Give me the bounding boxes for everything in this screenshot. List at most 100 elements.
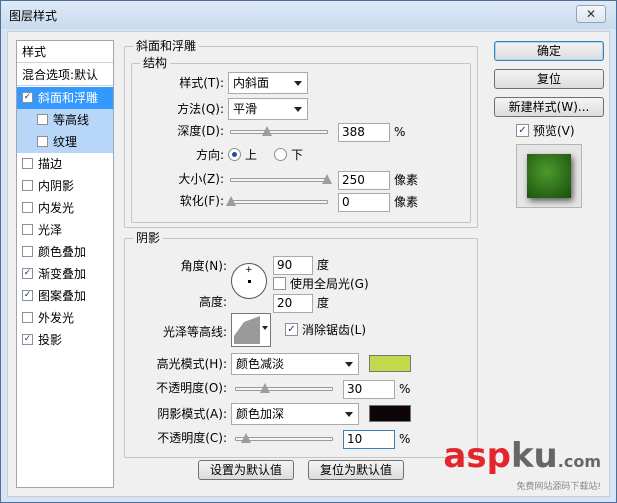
style-item[interactable]: ✓ 渐变叠加: [17, 263, 113, 285]
size-input[interactable]: 250: [338, 171, 390, 190]
style-item-checkbox[interactable]: ✓: [22, 92, 33, 103]
style-item[interactable]: 描边: [17, 153, 113, 175]
size-slider[interactable]: [230, 174, 332, 184]
style-item[interactable]: 光泽: [17, 219, 113, 241]
blend-options-item[interactable]: 混合选项:默认: [17, 64, 113, 86]
style-item[interactable]: 颜色叠加: [17, 241, 113, 263]
style-item-checkbox[interactable]: [37, 136, 48, 147]
direction-down-label: 下: [291, 148, 304, 162]
bevel-style-select[interactable]: 内斜面: [228, 72, 308, 94]
watermark-logo: aspku.com: [443, 436, 601, 476]
style-item[interactable]: 内阴影: [17, 175, 113, 197]
bevel-style-value: 内斜面: [233, 76, 270, 90]
direction-label: 方向:: [195, 148, 224, 162]
altitude-unit: 度: [317, 296, 330, 310]
style-item[interactable]: 等高线: [17, 109, 113, 131]
style-item-label: 投影: [38, 333, 63, 347]
ok-button[interactable]: 确定: [494, 41, 604, 61]
global-light-label: 使用全局光(G): [290, 277, 369, 291]
soften-slider-thumb[interactable]: [226, 196, 236, 206]
highlight-opacity-slider[interactable]: [235, 383, 333, 393]
style-item[interactable]: ✓ 斜面和浮雕: [17, 87, 113, 109]
technique-label: 方法(Q):: [177, 102, 224, 116]
style-item[interactable]: ✓ 图案叠加: [17, 285, 113, 307]
new-style-button[interactable]: 新建样式(W)...: [494, 97, 604, 117]
chevron-down-icon: [345, 412, 353, 417]
style-item-checkbox[interactable]: [22, 180, 33, 191]
shadow-opacity-input[interactable]: 10: [343, 430, 395, 449]
make-default-button[interactable]: 设置为默认值: [198, 460, 294, 480]
angle-dial[interactable]: +: [231, 263, 267, 299]
shadow-mode-select[interactable]: 颜色加深: [231, 403, 359, 425]
style-label: 样式(T):: [179, 76, 224, 90]
style-item-checkbox[interactable]: ✓: [22, 334, 33, 345]
style-item-label: 光泽: [38, 223, 63, 237]
shadow-opacity-slider[interactable]: [235, 433, 333, 443]
reset-button[interactable]: 复位: [494, 69, 604, 89]
depth-slider-thumb[interactable]: [262, 126, 273, 136]
structure-title: 结构: [140, 56, 171, 70]
style-item-checkbox[interactable]: [22, 202, 33, 213]
style-item-checkbox[interactable]: [22, 224, 33, 235]
dial-center: [248, 280, 251, 283]
highlight-opacity-thumb[interactable]: [259, 383, 270, 393]
style-item[interactable]: 外发光: [17, 307, 113, 329]
bevel-emboss-group: 斜面和浮雕 结构 样式(T): 内斜面 方法(Q): 平滑 深度(D): 388: [124, 39, 478, 228]
preview-checkbox[interactable]: ✓: [516, 124, 529, 137]
style-list-header[interactable]: 样式: [17, 41, 113, 63]
style-item-checkbox[interactable]: ✓: [22, 268, 33, 279]
style-item-label: 纹理: [53, 135, 78, 149]
style-item[interactable]: 纹理: [17, 131, 113, 153]
depth-unit: %: [394, 125, 406, 139]
anti-aliased-label: 消除锯齿(L): [302, 323, 367, 337]
reset-to-default-button[interactable]: 复位为默认值: [308, 460, 404, 480]
style-item-checkbox[interactable]: [37, 114, 48, 125]
style-item-checkbox[interactable]: [22, 158, 33, 169]
shadow-opacity-thumb[interactable]: [240, 433, 251, 443]
angle-input[interactable]: 90: [273, 256, 313, 275]
style-item-label: 等高线: [53, 113, 90, 127]
layer-style-dialog: 图层样式 ✕ 样式 混合选项:默认 ✓ 斜面和浮雕 等高线 纹理 描边 内阴影 内发光 光泽颜…: [0, 0, 617, 503]
gloss-contour-picker[interactable]: [231, 313, 271, 347]
direction-up-label: 上: [245, 148, 258, 162]
shadow-color-swatch[interactable]: [369, 405, 411, 422]
angle-marker-icon: +: [245, 265, 253, 275]
shading-title: 阴影: [133, 231, 164, 245]
chevron-down-icon: [262, 326, 268, 330]
style-item-label: 描边: [38, 157, 63, 171]
depth-input[interactable]: 388: [338, 123, 390, 142]
structure-group: 结构 样式(T): 内斜面 方法(Q): 平滑 深度(D): 388 % 方向:: [131, 56, 471, 223]
depth-slider[interactable]: [230, 126, 328, 136]
style-item-checkbox[interactable]: [22, 246, 33, 257]
close-button[interactable]: ✕: [576, 5, 606, 23]
size-slider-thumb[interactable]: [322, 174, 332, 184]
style-preview: [516, 144, 582, 208]
style-item[interactable]: ✓ 投影: [17, 329, 113, 351]
soften-input[interactable]: 0: [338, 193, 390, 212]
dialog-body: 样式 混合选项:默认 ✓ 斜面和浮雕等高线纹理描边内阴影内发光光泽颜色叠加 ✓ 渐变叠…: [7, 31, 610, 497]
chevron-down-icon: [345, 362, 353, 367]
highlight-mode-value: 颜色减淡: [236, 357, 285, 371]
style-item-checkbox[interactable]: [22, 312, 33, 323]
contour-curve-icon: [234, 316, 260, 344]
style-item-checkbox[interactable]: ✓: [22, 290, 33, 301]
gloss-contour-label: 光泽等高线:: [162, 325, 227, 339]
soften-slider[interactable]: [226, 196, 328, 206]
style-item-label: 内发光: [38, 201, 75, 215]
watermark: aspku.com 免费网站源码下载站!: [443, 439, 601, 492]
highlight-mode-select[interactable]: 颜色减淡: [231, 353, 359, 375]
soften-label: 软化(F):: [179, 194, 224, 208]
shadow-opacity-unit: %: [399, 432, 411, 446]
direction-up-radio[interactable]: [228, 148, 241, 161]
technique-select[interactable]: 平滑: [228, 98, 308, 120]
direction-down-radio[interactable]: [274, 148, 287, 161]
highlight-opacity-input[interactable]: 30: [343, 380, 395, 399]
highlight-color-swatch[interactable]: [369, 355, 411, 372]
altitude-input[interactable]: 20: [273, 294, 313, 313]
style-item-label: 外发光: [38, 311, 75, 325]
style-item[interactable]: 内发光: [17, 197, 113, 219]
radio-dot: [232, 152, 237, 157]
global-light-checkbox[interactable]: [273, 277, 286, 290]
highlight-opacity-unit: %: [399, 382, 411, 396]
anti-aliased-checkbox[interactable]: ✓: [285, 323, 298, 336]
